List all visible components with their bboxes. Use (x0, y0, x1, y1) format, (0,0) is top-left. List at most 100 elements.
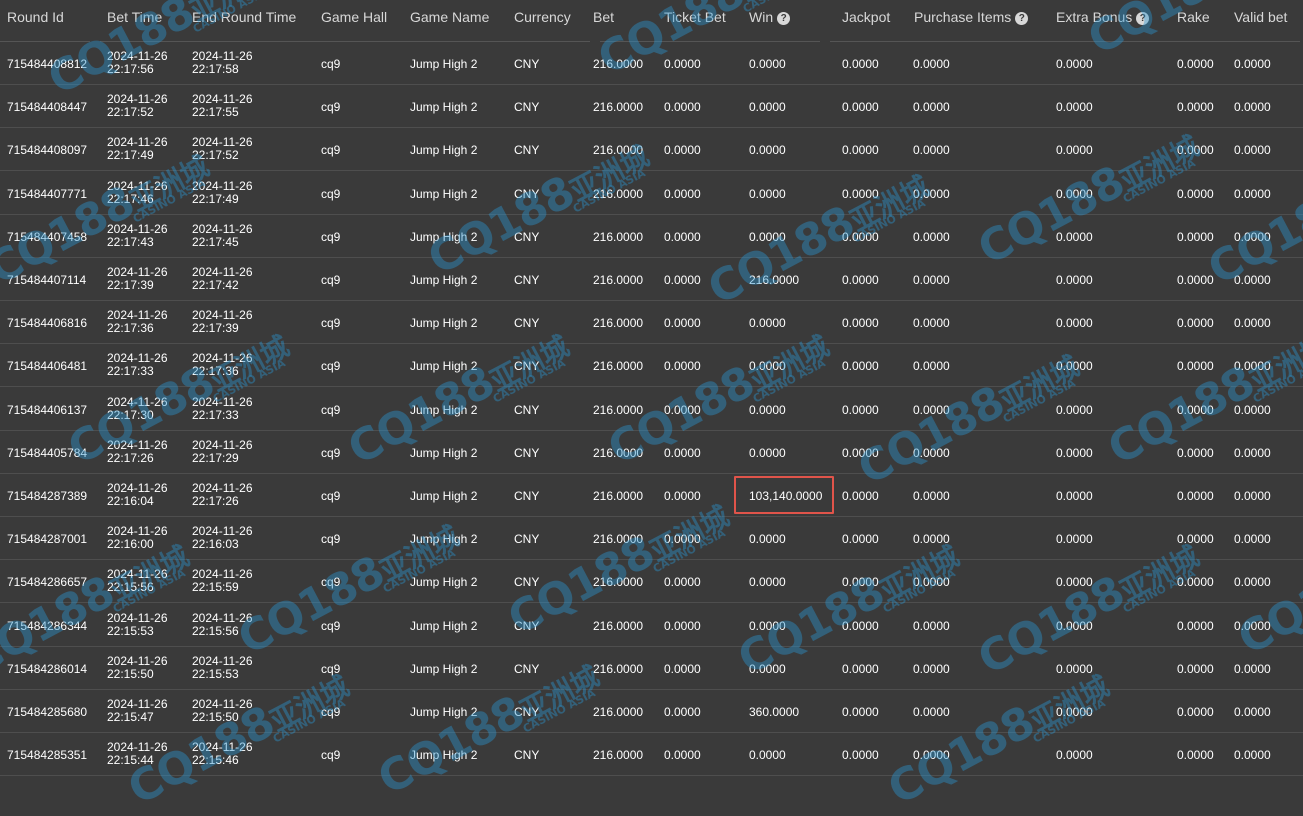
end-round-time-cell: 2024-11-26 22:17:58 (192, 50, 253, 76)
bet-cell: 216.0000 (593, 359, 644, 373)
extra-bonus-cell: 0.0000 (1056, 403, 1093, 417)
valid-bet-cell: 0.0000 (1234, 187, 1271, 201)
round-id-cell: 715484407771 (7, 187, 88, 201)
table-row[interactable]: 715484407114 2024-11-26 22:17:39 2024-11-26… (0, 258, 1303, 301)
bet-time-cell-clock: 22:15:53 (107, 624, 154, 638)
end-round-time-cell-clock: 22:15:53 (192, 667, 239, 681)
game-hall-cell: cq9 (321, 230, 341, 244)
table-row[interactable]: 715484408447 2024-11-26 22:17:52 2024-11-26… (0, 85, 1303, 128)
table-row[interactable]: 715484286014 2024-11-26 22:15:50 2024-11-26… (0, 647, 1303, 690)
end-round-time-cell-clock: 22:17:29 (192, 451, 239, 465)
column-header-rake[interactable]: Rake (1177, 9, 1210, 25)
jackpot-cell: 0.0000 (842, 143, 879, 157)
table-row[interactable]: 715484407458 2024-11-26 22:17:43 2024-11-26… (0, 215, 1303, 258)
extra-bonus-cell: 0.0000 (1056, 705, 1093, 719)
currency-cell: CNY (514, 403, 540, 417)
column-header-ticket-bet[interactable]: Ticket Bet (664, 9, 726, 25)
bet-time-cell: 2024-11-26 22:15:44 (107, 741, 168, 767)
win-cell: 0.0000 (749, 100, 786, 114)
extra-bonus-cell: 0.0000 (1056, 532, 1093, 546)
column-header-game-name[interactable]: Game Name (410, 9, 489, 25)
currency-cell: CNY (514, 100, 540, 114)
bet-time-cell-clock: 22:17:46 (107, 192, 154, 206)
table-row[interactable]: 715484406816 2024-11-26 22:17:36 2024-11-26… (0, 301, 1303, 344)
extra-bonus-cell: 0.0000 (1056, 57, 1093, 71)
end-round-time-cell: 2024-11-26 22:16:03 (192, 525, 253, 551)
bet-cell: 216.0000 (593, 532, 644, 546)
column-header-win[interactable]: Win? (749, 9, 791, 25)
win-cell: 0.0000 (749, 532, 786, 546)
valid-bet-cell: 0.0000 (1234, 446, 1271, 460)
game-hall-cell: cq9 (321, 489, 341, 503)
column-header-purchase-items[interactable]: Purchase Items? (914, 9, 1029, 25)
extra-bonus-cell: 0.0000 (1056, 748, 1093, 762)
jackpot-cell: 0.0000 (842, 273, 879, 287)
column-header-jackpot[interactable]: Jackpot (842, 9, 890, 25)
column-header-game-hall[interactable]: Game Hall (321, 9, 387, 25)
table-row[interactable]: 715484408812 2024-11-26 22:17:56 2024-11-26… (0, 42, 1303, 85)
column-header-currency[interactable]: Currency (514, 9, 571, 25)
column-header-label: Valid bet (1234, 9, 1288, 25)
table-row[interactable]: 715484406137 2024-11-26 22:17:30 2024-11-26… (0, 388, 1303, 431)
end-round-time-cell-clock: 22:17:45 (192, 235, 239, 249)
game-hall-cell: cq9 (321, 187, 341, 201)
help-icon[interactable]: ? (1015, 12, 1029, 25)
jackpot-cell: 0.0000 (842, 489, 879, 503)
bet-cell: 216.0000 (593, 446, 644, 460)
bet-cell: 216.0000 (593, 273, 644, 287)
ticket-bet-cell: 0.0000 (664, 446, 701, 460)
column-header-label: Extra Bonus (1056, 9, 1133, 25)
round-id-cell: 715484407114 (7, 273, 87, 287)
column-header-end-round-time[interactable]: End Round Time (192, 9, 296, 25)
bet-time-cell: 2024-11-26 22:15:53 (107, 612, 168, 638)
purchase-items-cell: 0.0000 (913, 143, 950, 157)
valid-bet-cell: 0.0000 (1234, 705, 1271, 719)
win-cell: 0.0000 (749, 403, 786, 417)
column-header-round-id[interactable]: Round Id (7, 9, 64, 25)
ticket-bet-cell: 0.0000 (664, 662, 701, 676)
column-header-extra-bonus[interactable]: Extra Bonus? (1056, 9, 1150, 25)
rake-cell: 0.0000 (1177, 230, 1214, 244)
game-name-cell: Jump High 2 (410, 143, 478, 157)
win-cell: 0.0000 (749, 187, 786, 201)
rake-cell: 0.0000 (1177, 748, 1214, 762)
table-row[interactable]: 715484286344 2024-11-26 22:15:53 2024-11-26… (0, 604, 1303, 647)
table-row[interactable]: 715484286657 2024-11-26 22:15:56 2024-11-26… (0, 560, 1303, 603)
end-round-time-cell-clock: 22:15:46 (192, 753, 239, 767)
extra-bonus-cell: 0.0000 (1056, 446, 1093, 460)
bet-time-cell-clock: 22:17:30 (107, 408, 154, 422)
jackpot-cell: 0.0000 (842, 619, 879, 633)
column-header-label: Game Name (410, 9, 490, 25)
win-cell: 216.0000 (749, 273, 800, 287)
jackpot-cell: 0.0000 (842, 575, 879, 589)
rake-cell: 0.0000 (1177, 316, 1214, 330)
column-header-bet-time[interactable]: Bet Time (107, 9, 162, 25)
table-row[interactable]: 715484408097 2024-11-26 22:17:49 2024-11-26… (0, 128, 1303, 171)
extra-bonus-cell: 0.0000 (1056, 662, 1093, 676)
table-row[interactable]: 715484407771 2024-11-26 22:17:46 2024-11-26… (0, 172, 1303, 215)
end-round-time-cell: 2024-11-26 22:17:49 (192, 180, 253, 206)
rake-cell: 0.0000 (1177, 489, 1214, 503)
game-hall-cell: cq9 (321, 575, 341, 589)
game-hall-cell: cq9 (321, 100, 341, 114)
bet-time-cell-clock: 22:16:04 (107, 494, 154, 508)
currency-cell: CNY (514, 446, 540, 460)
game-hall-cell: cq9 (321, 57, 341, 71)
table-row[interactable]: 715484406481 2024-11-26 22:17:33 2024-11-26… (0, 344, 1303, 387)
game-name-cell: Jump High 2 (410, 446, 478, 460)
table-row[interactable]: 715484405784 2024-11-26 22:17:26 2024-11-26… (0, 431, 1303, 474)
bet-cell: 216.0000 (593, 748, 644, 762)
table-row[interactable]: 715484285680 2024-11-26 22:15:47 2024-11-26… (0, 690, 1303, 733)
rake-cell: 0.0000 (1177, 403, 1214, 417)
ticket-bet-cell: 0.0000 (664, 230, 701, 244)
bet-cell: 216.0000 (593, 316, 644, 330)
help-icon[interactable]: ? (777, 12, 791, 25)
help-icon[interactable]: ? (1136, 12, 1150, 25)
round-id-cell: 715484285680 (7, 705, 88, 719)
table-row[interactable]: 715484287389 2024-11-26 22:16:04 2024-11-26… (0, 474, 1303, 517)
table-row[interactable]: 715484287001 2024-11-26 22:16:00 2024-11-26… (0, 517, 1303, 560)
column-header-bet[interactable]: Bet (593, 9, 614, 25)
valid-bet-cell: 0.0000 (1234, 575, 1271, 589)
column-header-valid-bet[interactable]: Valid bet (1234, 9, 1287, 25)
jackpot-cell: 0.0000 (842, 187, 879, 201)
